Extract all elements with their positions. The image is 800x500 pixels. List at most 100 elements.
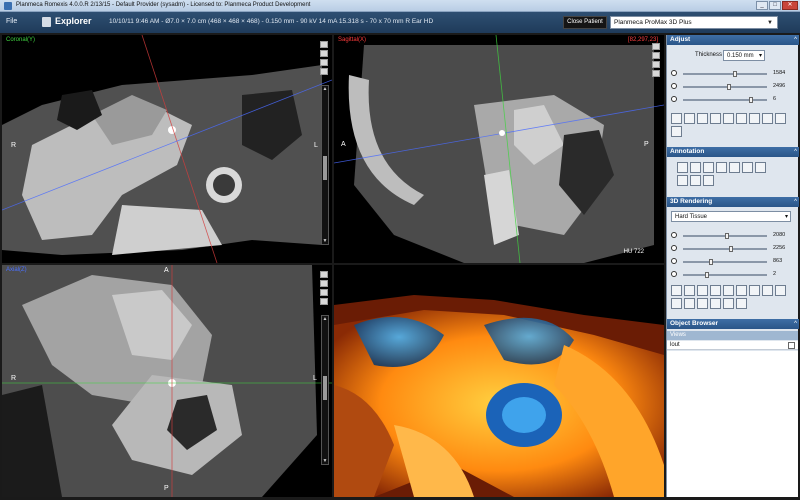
views-row[interactable]: Views	[667, 331, 798, 340]
device-select[interactable]: Planmeca ProMax 3D Plus ▼	[610, 16, 778, 29]
slider-knob[interactable]	[729, 246, 734, 252]
slider-knob[interactable]	[724, 233, 729, 239]
invert-icon[interactable]	[723, 113, 734, 124]
layers-icon[interactable]	[652, 61, 660, 68]
explorer-icon[interactable]	[42, 17, 51, 27]
render-slider-2[interactable]: 2256	[671, 245, 795, 253]
slider-knob[interactable]	[732, 71, 737, 77]
window-slider[interactable]: 1584	[671, 70, 795, 78]
axial-viewport[interactable]: Axial(Z) A P R L ▲ ▼	[2, 265, 332, 497]
rotate-icon[interactable]	[320, 68, 328, 75]
print-icon[interactable]	[775, 113, 786, 124]
grid-icon[interactable]	[671, 126, 682, 137]
scroll-up-icon[interactable]: ▲	[322, 86, 328, 92]
rotate-icon[interactable]	[320, 298, 328, 305]
maximize-view-icon[interactable]	[320, 271, 328, 278]
camera-icon[interactable]	[320, 50, 328, 57]
pencil-icon[interactable]	[703, 175, 714, 186]
collapse-icon[interactable]: ^	[794, 197, 797, 207]
surface-icon[interactable]	[749, 285, 760, 296]
scroll-down-icon[interactable]: ▼	[322, 458, 328, 464]
layers-icon[interactable]	[723, 298, 734, 309]
layers-icon[interactable]	[320, 59, 328, 66]
slider-knob[interactable]	[748, 97, 753, 103]
plane-icon[interactable]	[710, 298, 721, 309]
chevron-down-icon[interactable]: ▾	[785, 213, 788, 220]
slider-knob[interactable]	[709, 259, 714, 265]
scroll-thumb[interactable]	[323, 376, 327, 400]
reset-icon[interactable]	[736, 113, 747, 124]
slider-track[interactable]	[683, 259, 767, 265]
sagittal-viewport[interactable]: Sagittal(X) [82,297,23] A P HU 722	[334, 35, 664, 263]
slider-track[interactable]	[683, 97, 767, 103]
3d-render-viewport[interactable]	[334, 265, 664, 497]
view-checkbox[interactable]	[788, 342, 795, 349]
sharpness-slider[interactable]: 6	[671, 96, 795, 104]
pan-icon[interactable]	[684, 113, 695, 124]
scroll-up-icon[interactable]: ▲	[322, 316, 328, 322]
3d-rendering-header[interactable]: 3D Rendering ^	[667, 197, 799, 207]
collapse-icon[interactable]: ^	[794, 319, 797, 329]
render-preset-select[interactable]: Hard Tissue ▾	[671, 211, 791, 222]
maximize-view-icon[interactable]	[652, 43, 660, 50]
rotate-icon[interactable]	[652, 70, 660, 77]
slider-track[interactable]	[683, 84, 767, 90]
close-patient-button[interactable]: Close Patient	[563, 16, 607, 29]
slider-track[interactable]	[683, 233, 767, 239]
axes-icon[interactable]	[762, 285, 773, 296]
zoom-icon[interactable]	[671, 113, 682, 124]
delete-annotation-icon[interactable]	[690, 175, 701, 186]
stripes-icon[interactable]	[684, 298, 695, 309]
slider-knob[interactable]	[727, 84, 731, 90]
adjust-header[interactable]: Adjust ^	[667, 35, 799, 45]
arrow-icon[interactable]	[742, 162, 753, 173]
palette-icon[interactable]	[697, 298, 708, 309]
chevron-down-icon[interactable]: ▾	[759, 52, 762, 59]
scroll-down-icon[interactable]: ▼	[322, 238, 328, 244]
skeleton-icon[interactable]	[684, 285, 695, 296]
skull-icon[interactable]	[736, 298, 747, 309]
file-menu[interactable]: File	[6, 18, 17, 25]
slider-track[interactable]	[683, 246, 767, 252]
face-icon[interactable]	[671, 298, 682, 309]
collapse-icon[interactable]: ^	[794, 35, 797, 45]
measure-icon[interactable]	[697, 113, 708, 124]
angle-icon[interactable]	[690, 162, 701, 173]
view-item[interactable]: lout	[667, 341, 798, 350]
render-slider-4[interactable]: 2	[671, 271, 795, 279]
ellipse-icon[interactable]	[716, 162, 727, 173]
slider-track[interactable]	[683, 272, 767, 278]
slider-knob[interactable]	[705, 272, 710, 278]
color-map-icon[interactable]	[710, 285, 721, 296]
maximize-view-icon[interactable]	[320, 41, 328, 48]
rectangle-icon[interactable]	[703, 162, 714, 173]
maximize-button[interactable]: □	[769, 1, 781, 10]
slider-track[interactable]	[683, 71, 767, 77]
chevron-down-icon[interactable]: ▼	[765, 18, 775, 28]
annotation-header[interactable]: Annotation ^	[667, 147, 799, 157]
filter-icon[interactable]	[762, 113, 773, 124]
slice-scrollbar[interactable]: ▲ ▼	[321, 315, 329, 465]
image-icon[interactable]	[671, 285, 682, 296]
text-icon[interactable]	[729, 162, 740, 173]
clip-plane-icon[interactable]	[697, 285, 708, 296]
level-slider[interactable]: 2496	[671, 83, 795, 91]
camera-icon[interactable]	[320, 280, 328, 287]
thickness-select[interactable]: 0.150 mm ▾	[723, 50, 765, 61]
crop-icon[interactable]	[775, 285, 786, 296]
slice-scrollbar[interactable]: ▲ ▼	[321, 85, 329, 245]
slab-icon[interactable]	[723, 285, 734, 296]
freehand-icon[interactable]	[755, 162, 766, 173]
camera-icon[interactable]	[652, 52, 660, 59]
minimize-button[interactable]: _	[756, 1, 768, 10]
explorer-button[interactable]: Explorer	[55, 16, 92, 26]
crosshair-icon[interactable]	[710, 113, 721, 124]
cube-icon[interactable]	[736, 285, 747, 296]
polyline-icon[interactable]	[677, 175, 688, 186]
render-slider-1[interactable]: 2080	[671, 232, 795, 240]
layers-icon[interactable]	[320, 289, 328, 296]
close-window-button[interactable]: ✕	[782, 1, 798, 10]
render-slider-3[interactable]: 863	[671, 258, 795, 266]
layout-icon[interactable]	[749, 113, 760, 124]
coronal-viewport[interactable]: Coronal(Y) R L ▲ ▼	[2, 35, 332, 263]
